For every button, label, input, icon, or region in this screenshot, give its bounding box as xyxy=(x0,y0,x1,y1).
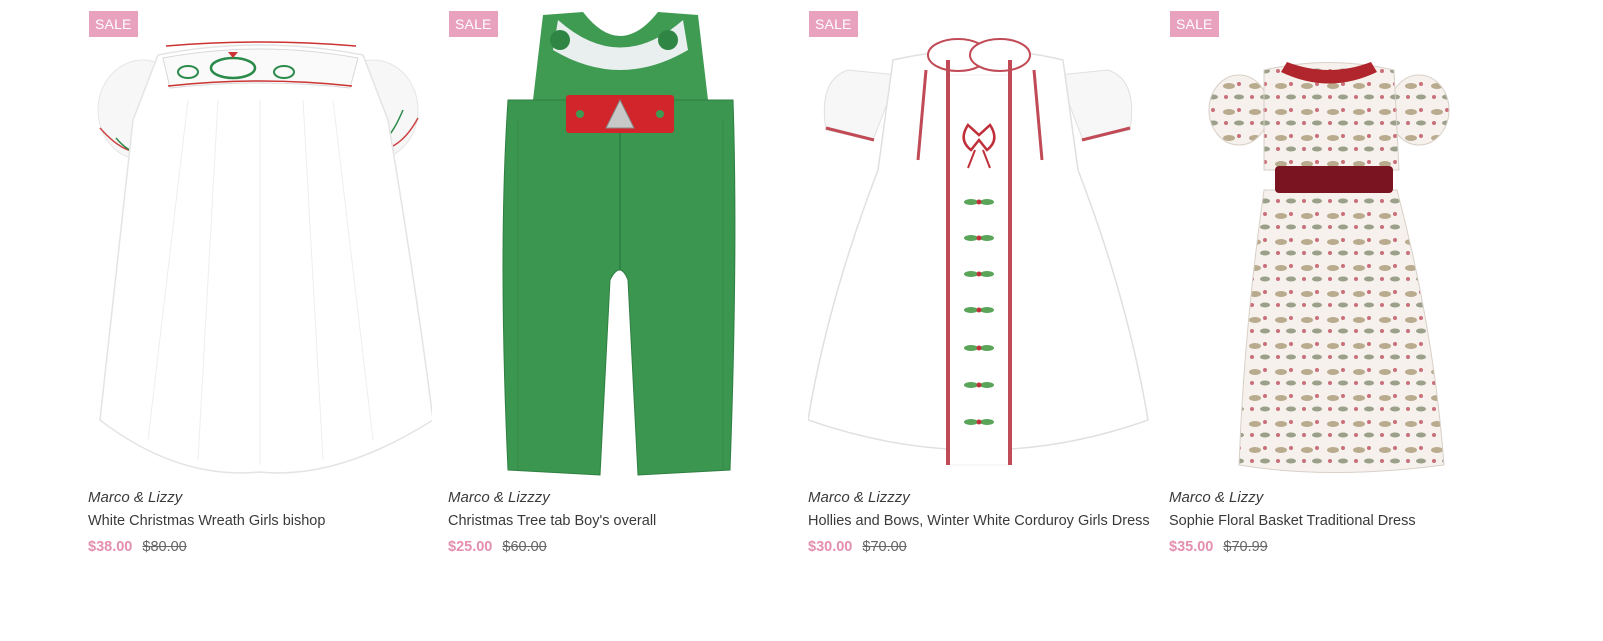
sale-badge: SALE xyxy=(449,11,498,37)
original-price: $70.99 xyxy=(1223,539,1268,555)
original-price: $60.00 xyxy=(502,539,547,555)
product-card[interactable]: SALE Marco & Lizzy White Christmas Wreat… xyxy=(88,0,432,580)
product-vendor[interactable]: Marco & Lizzy xyxy=(1169,489,1263,506)
product-card[interactable]: SALE Marco & Lizzzy Hollies and Bows, Wi… xyxy=(808,0,1152,580)
white-corduroy-dress-image xyxy=(808,38,1149,466)
original-price: $70.00 xyxy=(862,539,907,555)
product-title[interactable]: Hollies and Bows, Winter White Corduroy … xyxy=(808,513,1150,529)
product-title[interactable]: Sophie Floral Basket Traditional Dress xyxy=(1169,513,1416,529)
product-card[interactable]: SALE Marco & Lizzzy Christmas Tree tab B… xyxy=(448,0,792,580)
product-vendor[interactable]: Marco & Lizzzy xyxy=(808,489,910,506)
price-group: $35.00 $70.99 xyxy=(1169,539,1268,555)
original-price: $80.00 xyxy=(142,539,187,555)
sale-price: $30.00 xyxy=(808,539,853,555)
sale-price: $25.00 xyxy=(448,539,493,555)
product-image-link[interactable]: SALE xyxy=(1169,0,1513,480)
sale-price: $38.00 xyxy=(88,539,133,555)
product-image-link[interactable]: SALE xyxy=(808,0,1152,480)
product-image-link[interactable]: SALE xyxy=(448,0,792,480)
product-title[interactable]: Christmas Tree tab Boy's overall xyxy=(448,513,656,529)
product-image-link[interactable]: SALE xyxy=(88,0,432,480)
product-title[interactable]: White Christmas Wreath Girls bishop xyxy=(88,513,325,529)
price-group: $25.00 $60.00 xyxy=(448,539,547,555)
white-bishop-dress-image xyxy=(97,41,432,474)
sale-badge: SALE xyxy=(89,11,138,37)
price-group: $38.00 $80.00 xyxy=(88,539,187,555)
product-card[interactable]: SALE Marco & Lizzy Sophie Floral Basket … xyxy=(1169,0,1513,580)
sale-badge: SALE xyxy=(1170,11,1219,37)
green-overall-image xyxy=(502,12,736,476)
price-group: $30.00 $70.00 xyxy=(808,539,907,555)
product-vendor[interactable]: Marco & Lizzzy xyxy=(448,489,550,506)
product-vendor[interactable]: Marco & Lizzy xyxy=(88,489,182,506)
product-grid: SALE Marco & Lizzy White Christmas Wreat… xyxy=(0,0,1603,641)
sale-badge: SALE xyxy=(809,11,858,37)
floral-dress-image xyxy=(1208,62,1450,473)
sale-price: $35.00 xyxy=(1169,539,1214,555)
